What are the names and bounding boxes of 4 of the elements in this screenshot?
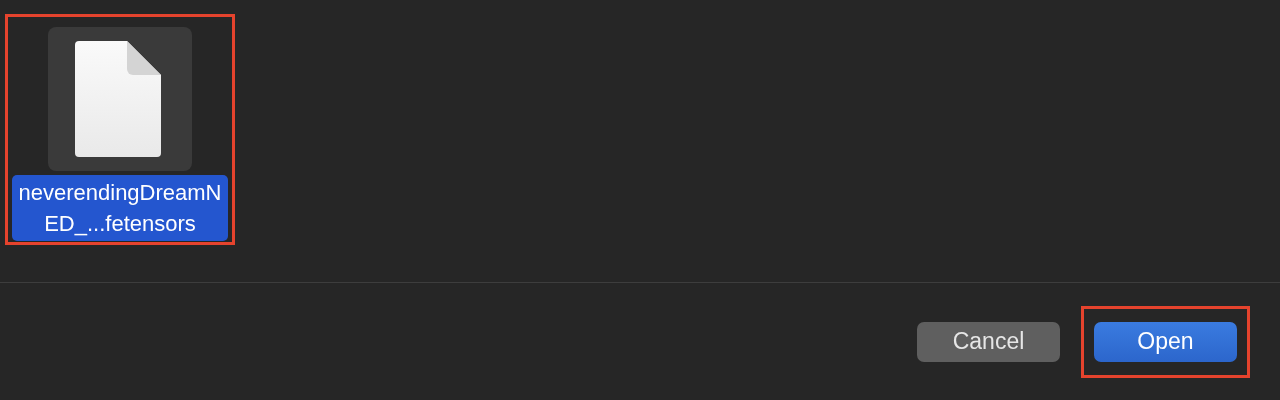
cancel-button[interactable]: Cancel (917, 321, 1060, 362)
file-name[interactable]: neverendingDreamNED_...fetensors (12, 175, 228, 241)
file-tile[interactable] (48, 27, 192, 171)
open-button[interactable]: Open (1094, 321, 1237, 362)
